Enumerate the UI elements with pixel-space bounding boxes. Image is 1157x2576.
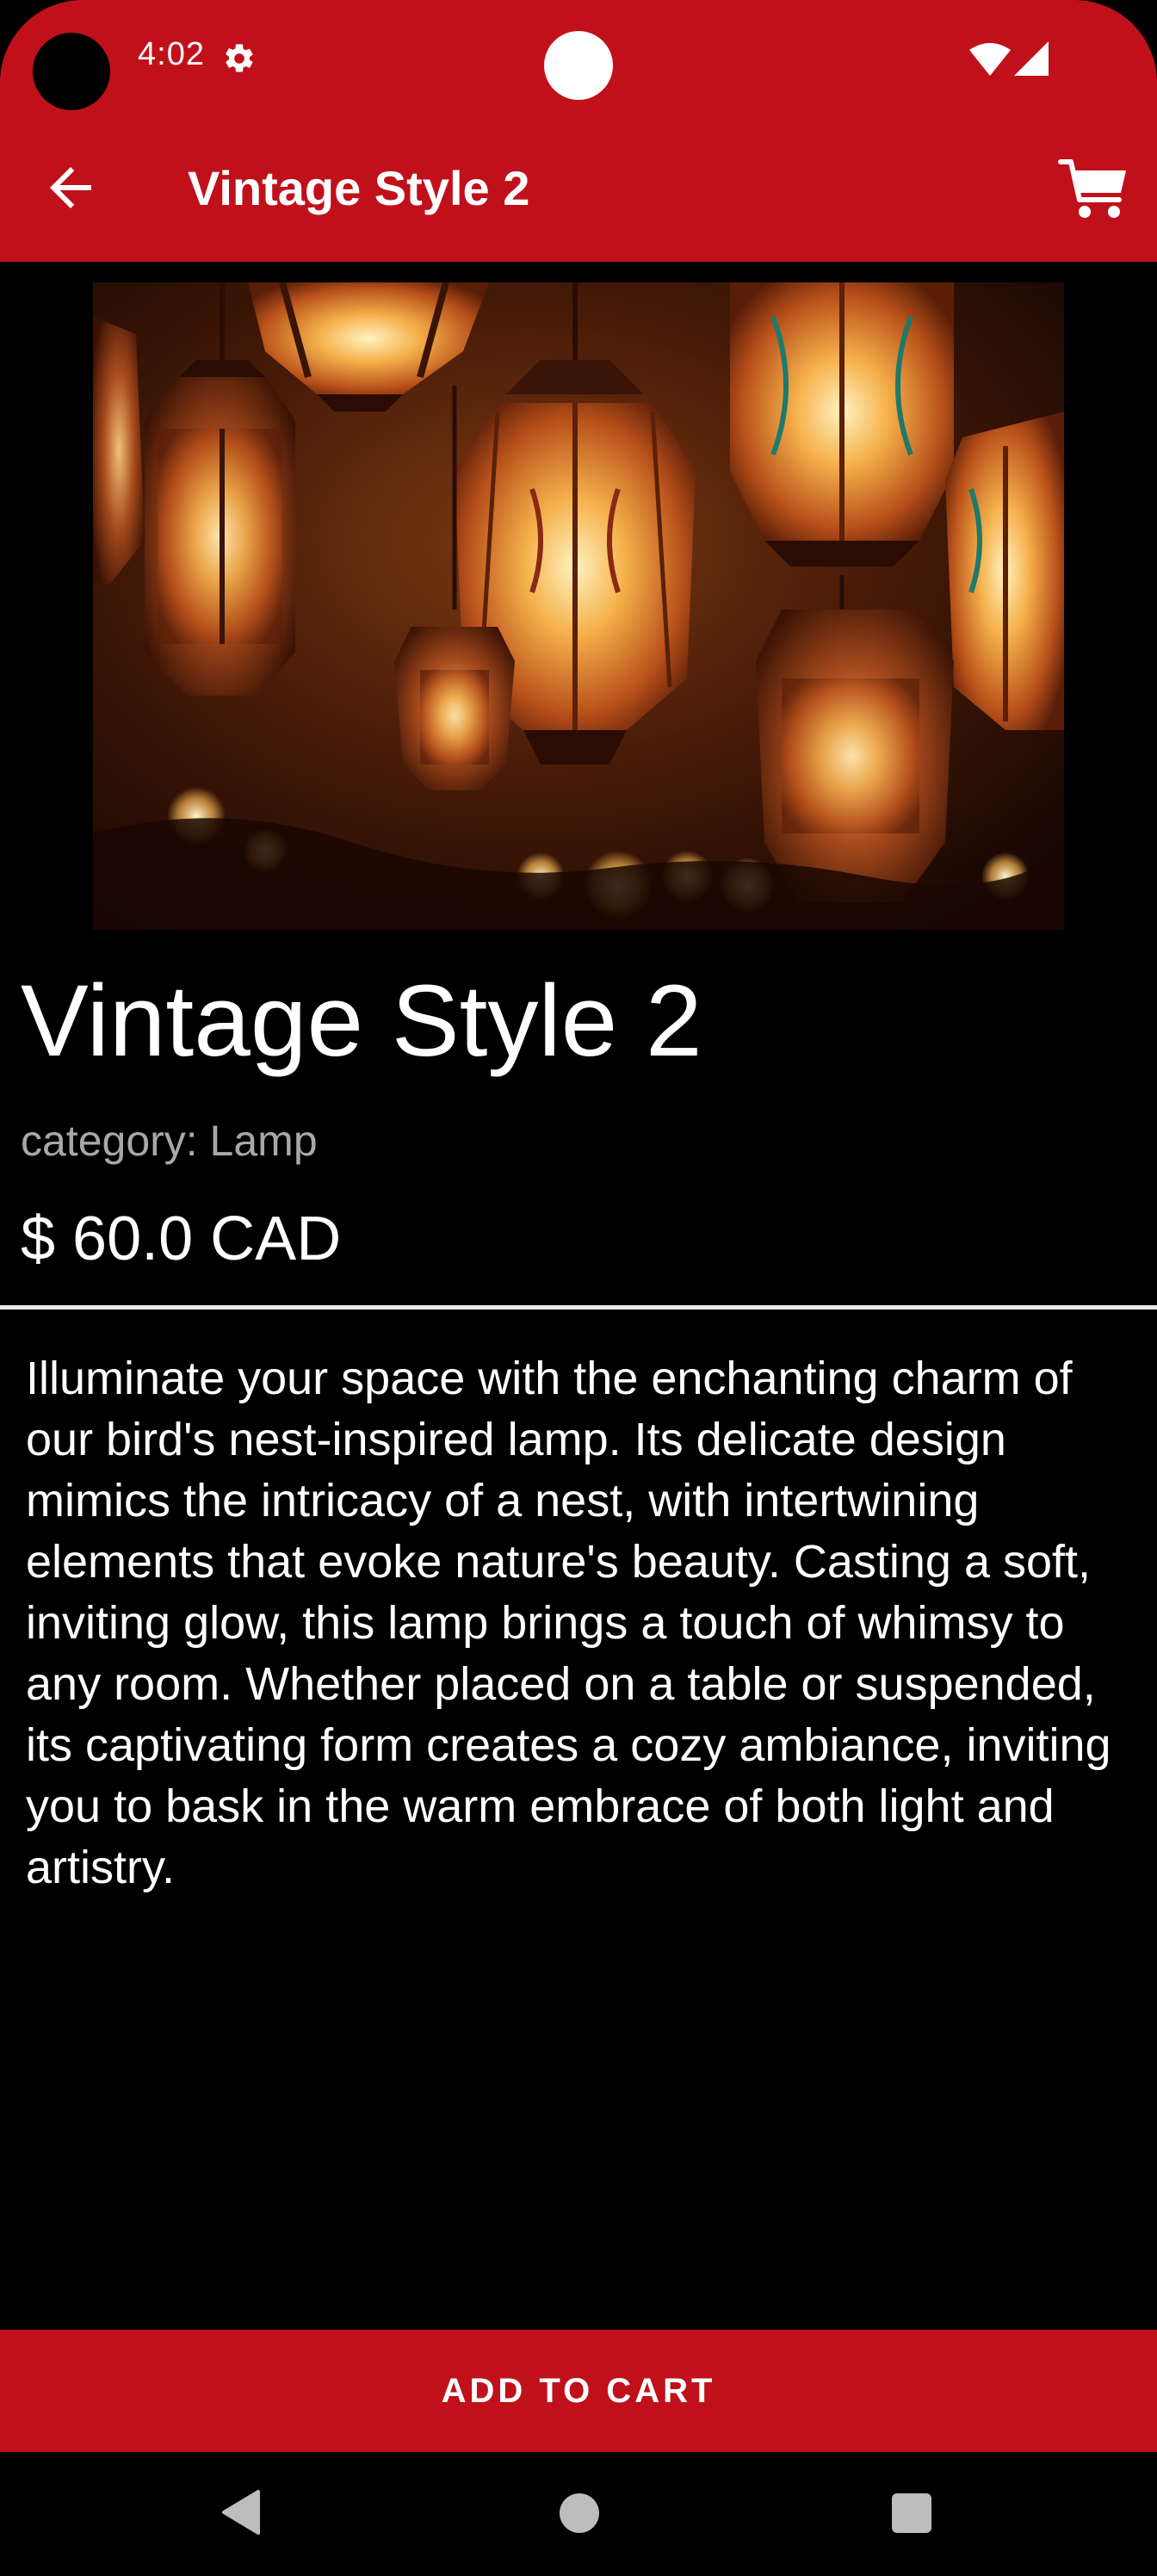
recents-square-icon[interactable]	[892, 2493, 931, 2533]
signal-icon	[1014, 41, 1049, 76]
back-triangle-icon[interactable]	[220, 2488, 262, 2536]
product-price: $ 60.0 CAD	[21, 1204, 342, 1273]
page-title: Vintage Style 2	[188, 161, 530, 215]
product-category: category: Lamp	[21, 1117, 318, 1165]
add-to-cart-button[interactable]: ADD TO CART	[0, 2330, 1157, 2452]
status-bar: 4:02	[0, 0, 1157, 121]
cart-icon	[1058, 159, 1126, 218]
product-image	[93, 282, 1064, 930]
status-time: 4:02	[138, 36, 205, 72]
cart-button[interactable]	[1057, 157, 1129, 224]
camera-cutout	[33, 33, 110, 110]
product-description: Illuminate your space with the enchantin…	[26, 1353, 1111, 1893]
product-name: Vintage Style 2	[21, 964, 702, 1078]
front-camera	[544, 31, 613, 100]
app-bar: Vintage Style 2	[0, 121, 1157, 262]
back-button[interactable]	[40, 157, 102, 219]
arrow-left-icon	[50, 167, 91, 208]
gear-icon	[222, 41, 257, 76]
navigation-bar	[0, 2452, 1157, 2576]
divider	[0, 1305, 1157, 1310]
home-circle-icon[interactable]	[560, 2493, 599, 2533]
wifi-icon	[969, 43, 1011, 76]
phone-screen: 4:02 Vintage Style 2 Vintage Style 2 cat…	[0, 0, 1157, 2576]
